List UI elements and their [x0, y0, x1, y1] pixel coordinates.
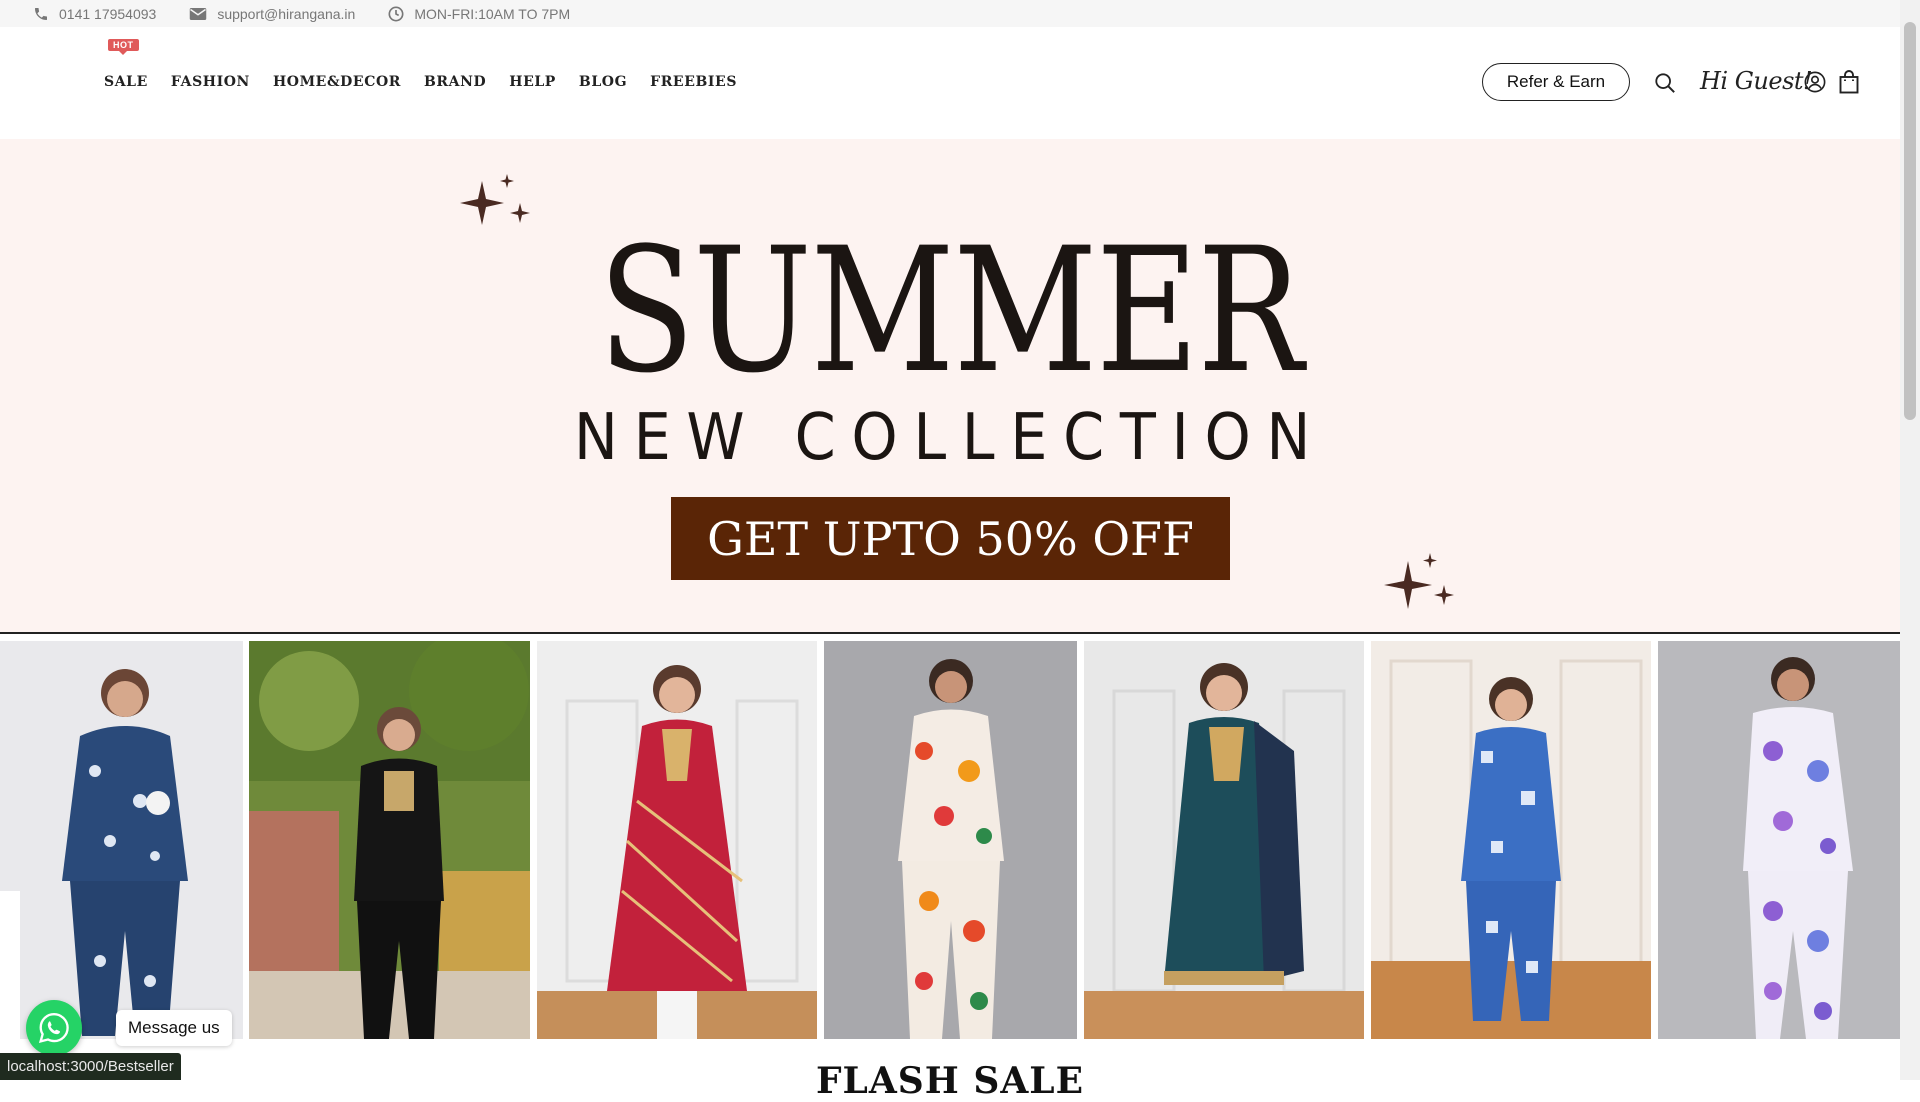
main-nav: HOT SALE FASHION HOME&DECOR BRAND HELP B…: [104, 39, 760, 90]
flash-sale-title: FLASH SALE: [815, 1060, 1085, 1102]
top-info-bar: 0141 17954093 support@hirangana.in MON-F…: [0, 0, 1900, 27]
banner-title: SUMMER: [598, 210, 1303, 411]
gallery-photo-7[interactable]: [1658, 641, 1900, 1039]
nav-item-fashion[interactable]: FASHION: [171, 74, 250, 90]
gallery-photo-3[interactable]: [537, 641, 817, 1039]
sparkle-icon: [1384, 553, 1454, 609]
hero-banner[interactable]: SUMMER NEW COLLECTION GET UPTO 50% OFF: [0, 139, 1900, 633]
offer-banner-button[interactable]: GET UPTO 50% OFF: [671, 497, 1230, 580]
model-figure: [1084, 663, 1364, 1039]
nav-item-freebies[interactable]: FREEBIES: [650, 74, 737, 90]
gallery-photo-1[interactable]: [0, 641, 243, 1039]
clock-icon: [388, 6, 404, 21]
nav-item-home-decor[interactable]: HOME&DECOR: [273, 74, 401, 90]
greeting-text: Hi Guest!: [1700, 67, 1813, 95]
nav-label: FASHION: [170, 74, 250, 90]
banner-subtitle: NEW COLLECTION: [573, 401, 1327, 475]
nav-label: FREEBIES: [650, 74, 738, 90]
gallery-photo-2[interactable]: [249, 641, 530, 1039]
model-figure: [537, 665, 817, 1039]
whatsapp-button[interactable]: [26, 1000, 82, 1056]
hot-badge: HOT: [108, 39, 139, 55]
nav-label: HOME&DECOR: [272, 74, 401, 90]
model-figure: [0, 669, 188, 1039]
sparkle-icon: [460, 174, 530, 225]
product-gallery: [0, 634, 1900, 1040]
model-figure: [249, 641, 530, 1039]
flash-sale-section: FLASH SALE: [0, 1040, 1900, 1102]
gallery-photo-6[interactable]: [1371, 641, 1651, 1039]
search-icon[interactable]: [1654, 72, 1676, 94]
nav-item-sale[interactable]: HOT SALE: [104, 39, 148, 90]
user-icon[interactable]: [1804, 71, 1826, 93]
nav-item-brand[interactable]: BRAND: [424, 74, 486, 90]
scrollbar-thumb[interactable]: [1904, 22, 1916, 420]
model-figure: [898, 659, 1004, 1039]
model-figure: [1371, 659, 1651, 1039]
site-header: HOT SALE FASHION HOME&DECOR BRAND HELP B…: [0, 27, 1900, 139]
nav-label: SALE: [104, 74, 148, 90]
model-figure: [1743, 657, 1853, 1039]
nav-label: HELP: [509, 74, 556, 90]
gallery-photo-4[interactable]: [824, 641, 1077, 1039]
phone-number: 0141 17954093: [59, 5, 157, 22]
email-contact[interactable]: support@hirangana.in: [189, 6, 355, 22]
phone-icon: [35, 7, 47, 20]
nav-label: BRAND: [423, 74, 487, 90]
whatsapp-message-label[interactable]: Message us: [116, 1010, 232, 1046]
nav-label: BLOG: [578, 74, 628, 90]
mail-icon: [190, 7, 207, 20]
status-bar-url: localhost:3000/Bestseller: [0, 1053, 181, 1080]
nav-item-help[interactable]: HELP: [509, 74, 556, 90]
whatsapp-icon: [38, 1013, 69, 1044]
page-scrollbar[interactable]: [1900, 0, 1920, 1080]
shopping-bag-icon[interactable]: [1838, 70, 1860, 94]
nav-item-blog[interactable]: BLOG: [579, 74, 627, 90]
gallery-photo-5[interactable]: [1084, 641, 1364, 1039]
phone-contact[interactable]: 0141 17954093: [33, 6, 156, 22]
hours-text: MON-FRI:10AM TO 7PM: [414, 5, 571, 22]
refer-earn-button[interactable]: Refer & Earn: [1482, 63, 1630, 101]
business-hours: MON-FRI:10AM TO 7PM: [388, 6, 570, 22]
email-address: support@hirangana.in: [217, 5, 356, 22]
